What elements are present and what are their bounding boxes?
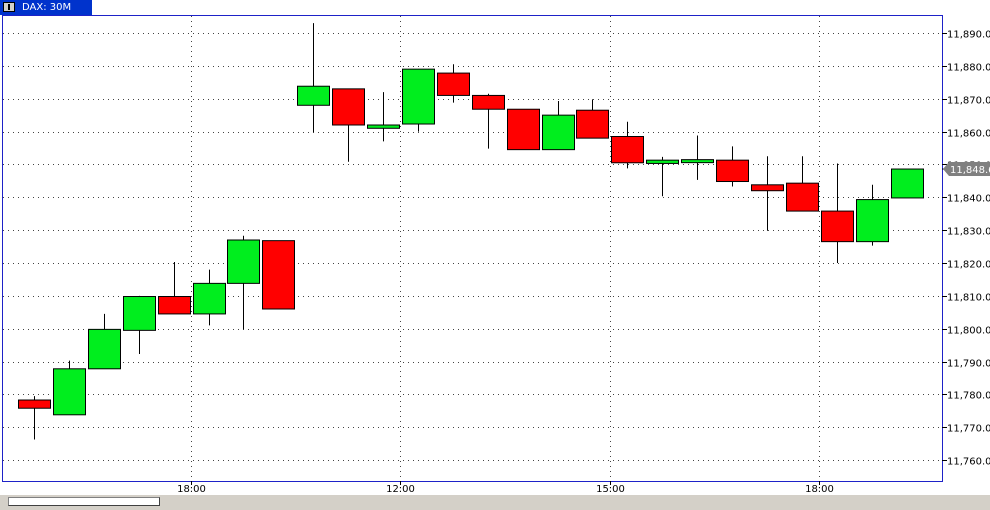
y-tick-label: 11,790.0 (947, 359, 990, 370)
y-tick-label: 11,800.0 (947, 326, 990, 337)
candle (437, 64, 470, 103)
x-tick-label: 18:00 (805, 484, 834, 495)
candle (123, 295, 156, 355)
candle-body (193, 282, 226, 315)
last-price-label: 11,848.6 (950, 165, 990, 176)
y-tick-label: 11,840.0 (947, 194, 990, 205)
candle-body (297, 85, 330, 106)
candle (88, 313, 121, 370)
candle-body (646, 159, 679, 164)
candle-body (576, 109, 609, 139)
candle-body (821, 210, 854, 243)
candle (262, 240, 295, 310)
y-tick-label: 11,810.0 (947, 293, 990, 304)
candle (332, 88, 365, 162)
candle (367, 92, 400, 142)
candle-body (542, 114, 575, 151)
candle (227, 235, 260, 330)
candle (472, 93, 505, 149)
candle-body (786, 182, 819, 212)
candle-body (123, 296, 156, 331)
y-tick-label: 11,830.0 (947, 227, 990, 238)
y-tick-label: 11,780.0 (947, 391, 990, 402)
y-tick-label: 11,870.0 (947, 96, 990, 107)
candle-body (158, 296, 191, 315)
candle (158, 262, 191, 315)
candle (856, 184, 889, 246)
candle (611, 121, 644, 169)
candle-body (53, 368, 86, 416)
candle-body (88, 328, 121, 370)
candle (297, 23, 330, 133)
candle-body (856, 199, 889, 243)
y-tick-label: 11,820.0 (947, 260, 990, 271)
y-tick-label: 11,890.0 (947, 30, 990, 41)
candle (751, 156, 784, 231)
candle-body (507, 108, 540, 151)
y-axis: 11,760.0 11,770.0 11,780.0 11,790.0 11,800.0… (942, 30, 990, 468)
candle-body (681, 159, 714, 164)
candle-body (437, 72, 470, 96)
candle-body (402, 68, 435, 125)
candle (891, 168, 924, 199)
candle-body (891, 168, 924, 199)
grid-lines (3, 16, 942, 481)
candle (193, 269, 226, 326)
y-tick-label: 11,880.0 (947, 63, 990, 74)
candle-body (472, 94, 505, 110)
candle (18, 396, 51, 440)
candle-body (332, 88, 365, 126)
candle (507, 108, 540, 151)
x-tick-label: 18:00 (177, 484, 206, 495)
x-tick-label: 12:00 (386, 484, 415, 495)
candlestick-chart: 11,760.0 11,770.0 11,780.0 11,790.0 11,800.0… (3, 16, 990, 495)
candle (402, 68, 435, 132)
candle (646, 156, 679, 197)
candle-body (18, 399, 51, 409)
candles (18, 23, 924, 440)
candle (716, 146, 749, 187)
y-tick-label: 11,770.0 (947, 424, 990, 435)
y-tick-label: 11,760.0 (947, 457, 990, 468)
candle (53, 360, 86, 416)
candle-body (751, 184, 784, 192)
candle (542, 101, 575, 151)
candle-body (716, 159, 749, 183)
scrollbar-thumb[interactable] (8, 497, 160, 506)
candle-body (367, 124, 400, 129)
candle-body (227, 239, 260, 284)
candle (821, 163, 854, 263)
candle-body (611, 135, 644, 164)
candle (681, 135, 714, 180)
x-axis: 18:00 12:00 15:00 18:00 (177, 481, 834, 495)
candle (576, 99, 609, 139)
last-price-marker: 11,848.6 (942, 162, 990, 177)
candle-body (262, 240, 295, 310)
y-tick-label: 11,860.0 (947, 129, 990, 140)
x-tick-label: 15:00 (596, 484, 625, 495)
horizontal-scrollbar[interactable] (0, 495, 990, 510)
